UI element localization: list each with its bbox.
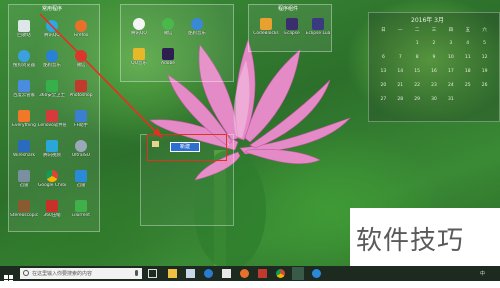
start-button[interactable]: [4, 269, 13, 284]
rename-input[interactable]: 新建: [170, 142, 200, 152]
search-placeholder: 在这里输入你要搜索的内容: [32, 271, 93, 277]
watermark-panel: 软件技巧: [350, 208, 500, 266]
edge-icon[interactable]: [204, 269, 213, 278]
firefox-icon[interactable]: [240, 269, 249, 278]
chrome-icon[interactable]: [276, 269, 285, 278]
taskbar-search-box[interactable]: 在这里输入你要搜索的内容: [20, 268, 142, 279]
mail-icon[interactable]: [222, 269, 231, 278]
search-icon: [23, 270, 29, 276]
music-icon[interactable]: [312, 269, 321, 278]
active-window-icon[interactable]: [292, 267, 304, 280]
taskbar: 在这里输入你要搜索的内容 中: [0, 266, 500, 284]
windows-icon: [4, 275, 13, 284]
photoshop-icon[interactable]: [258, 269, 267, 278]
task-view-icon[interactable]: [148, 269, 157, 278]
store-icon[interactable]: [186, 269, 195, 278]
chevron-icon: ›: [227, 141, 230, 148]
microphone-icon: [135, 270, 138, 276]
watermark-text: 软件技巧: [356, 226, 465, 256]
new-folder-glyph: [152, 141, 159, 147]
file-explorer-icon[interactable]: [168, 269, 177, 278]
input-method-indicator[interactable]: 中: [480, 270, 485, 277]
